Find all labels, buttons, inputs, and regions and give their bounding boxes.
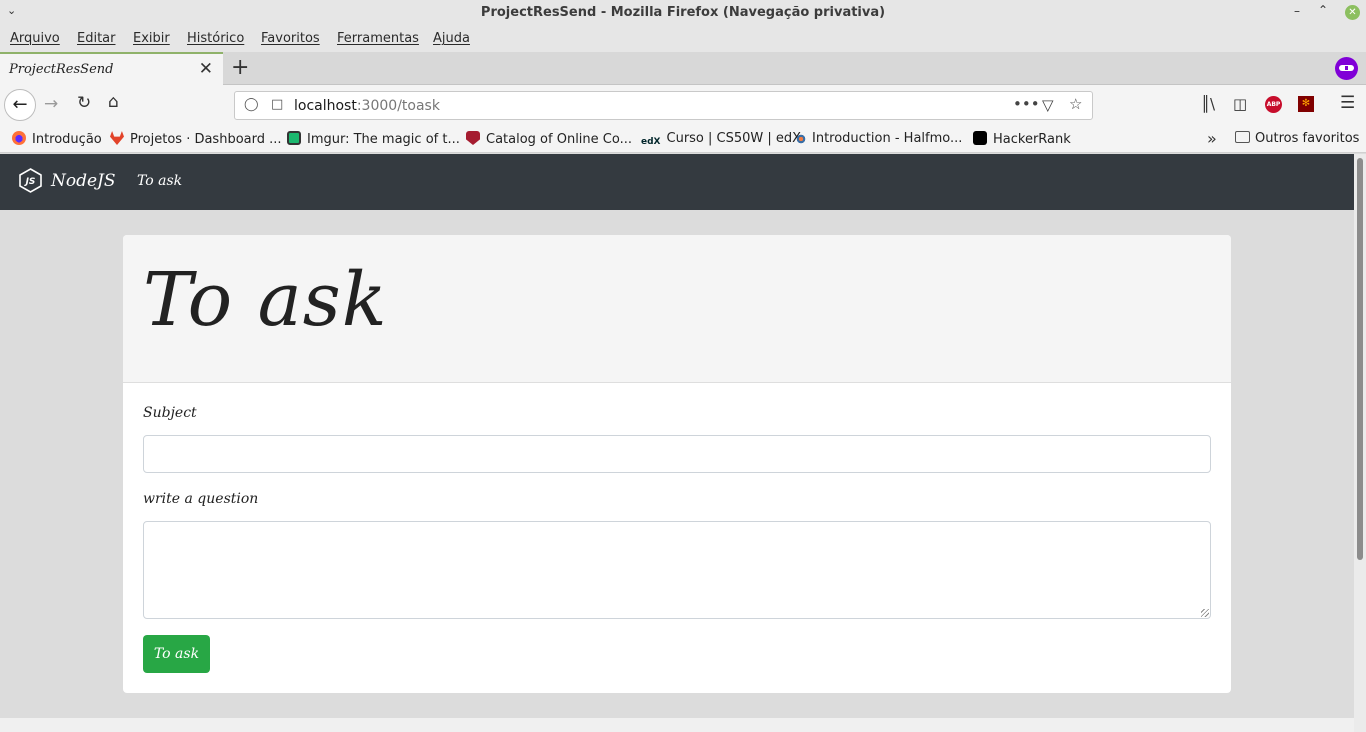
page-scrollbar[interactable] (1354, 154, 1366, 732)
tracking-shield-icon[interactable]: ◯ (244, 97, 259, 112)
to-ask-submit-button[interactable]: To ask (143, 635, 210, 673)
app-navbar: JS NodeJS To ask (0, 154, 1354, 210)
hamburger-menu-icon[interactable]: ☰ (1340, 93, 1355, 113)
nav-link-to-ask[interactable]: To ask (137, 173, 182, 189)
menu-exibir[interactable]: Exibir (133, 31, 170, 46)
bookmark-gitlab[interactable]: Projetos · Dashboard ... (110, 131, 282, 147)
question-textarea[interactable] (143, 521, 1211, 619)
window-title: ProjectResSend - Mozilla Firefox (Navega… (480, 5, 886, 20)
scrollbar-thumb[interactable] (1357, 158, 1363, 560)
gitlab-icon (110, 131, 124, 145)
menu-favoritos[interactable]: Favoritos (261, 31, 320, 46)
more-bookmarks-chevron-icon[interactable]: » (1207, 129, 1217, 148)
hackerrank-icon (973, 131, 987, 145)
halfmoon-icon (796, 134, 806, 144)
close-tab-icon[interactable]: ✕ (199, 59, 213, 79)
question-label: write a question (143, 491, 259, 507)
adblock-plus-icon[interactable]: ABP (1265, 96, 1282, 113)
bookmarks-bar: Introdução Projetos · Dashboard ... Imgu… (0, 125, 1366, 153)
subject-label: Subject (143, 405, 197, 421)
nodejs-logo-text: JS (24, 177, 36, 187)
url-text[interactable]: localhost:3000/toask (294, 98, 440, 114)
bookmark-hackerrank[interactable]: HackerRank (973, 131, 1071, 147)
bookmark-label: Introduction - Halfmo... (812, 131, 963, 146)
brand-name: NodeJS (51, 171, 116, 191)
menu-ferramentas[interactable]: Ferramentas (337, 31, 419, 46)
bookmark-halfmoon[interactable]: Introduction - Halfmo... (796, 131, 962, 146)
menu-bar: Arquivo Editar Exibir Histórico Favorito… (0, 27, 1366, 52)
library-icon[interactable]: ║\ (1201, 95, 1215, 113)
folder-icon (1235, 131, 1250, 143)
minimize-icon[interactable]: – (1294, 4, 1300, 18)
imgur-icon (287, 131, 301, 145)
navigation-toolbar: ← → ↻ ⌂ ◯ □ localhost:3000/toask ••• ▽ ☆… (0, 85, 1366, 125)
menu-arquivo[interactable]: Arquivo (10, 31, 60, 46)
bookmark-label: Outros favoritos (1255, 131, 1360, 146)
tab-projectressend[interactable]: ProjectResSend ✕ (0, 52, 223, 85)
private-browsing-mask-icon (1335, 57, 1358, 80)
bookmark-star-icon[interactable]: ☆ (1069, 95, 1082, 113)
harvard-shield-icon (466, 131, 480, 145)
subject-input[interactable] (143, 435, 1211, 473)
menu-ajuda[interactable]: Ajuda (433, 31, 470, 46)
firefox-icon (12, 131, 26, 145)
bookmark-harvard-catalog[interactable]: Catalog of Online Co... (466, 131, 632, 147)
other-bookmarks-folder[interactable]: Outros favoritos (1235, 131, 1359, 146)
textarea-resize-handle[interactable] (1201, 609, 1209, 617)
reload-icon[interactable]: ↻ (77, 93, 91, 113)
url-host: localhost (294, 98, 357, 114)
nodejs-hexagon-icon: JS (19, 168, 42, 193)
brand-link[interactable]: JS NodeJS (19, 168, 116, 193)
pocket-icon[interactable]: ▽ (1042, 96, 1054, 114)
menu-historico[interactable]: Histórico (187, 31, 244, 46)
sidebar-icon[interactable]: ◫ (1233, 95, 1247, 113)
url-path: :3000/toask (356, 98, 440, 114)
tab-label: ProjectResSend (9, 62, 114, 77)
tab-bar: ProjectResSend ✕ + (0, 52, 1366, 85)
page-footer-strip (0, 718, 1354, 732)
bookmark-label: Imgur: The magic of t... (307, 132, 460, 147)
window-titlebar: ⌄ ProjectResSend - Mozilla Firefox (Nave… (0, 0, 1366, 27)
bookmark-introducao[interactable]: Introdução (12, 131, 102, 147)
bookmark-label: Curso | CS50W | edX (666, 131, 802, 146)
close-window-icon[interactable]: ✕ (1345, 5, 1360, 20)
bookmark-imgur[interactable]: Imgur: The magic of t... (287, 131, 460, 147)
page-actions-dots-icon[interactable]: ••• (1013, 95, 1040, 113)
new-tab-plus-icon[interactable]: + (231, 55, 249, 80)
ask-card: To ask Subject write a question To ask (123, 235, 1231, 693)
bookmark-label: HackerRank (993, 132, 1071, 147)
restore-icon[interactable]: ⌃ (1318, 3, 1328, 17)
bookmark-cs50w-edx[interactable]: edX Curso | CS50W | edX (641, 131, 801, 151)
back-arrow-icon[interactable]: ← (4, 89, 36, 121)
page-info-icon[interactable]: □ (271, 97, 283, 112)
page-viewport: JS NodeJS To ask To ask Subject write a … (0, 154, 1354, 732)
page-title: To ask (143, 257, 388, 343)
bookmark-label: Projetos · Dashboard ... (130, 132, 282, 147)
ublock-icon[interactable]: ✻ (1298, 96, 1314, 112)
edx-icon: edX (641, 137, 661, 147)
card-header: To ask (123, 235, 1231, 383)
address-bar[interactable]: ◯ □ localhost:3000/toask ••• ▽ ☆ (234, 91, 1093, 120)
forward-arrow-icon[interactable]: → (44, 94, 58, 114)
bookmark-label: Introdução (32, 132, 102, 147)
bookmark-label: Catalog of Online Co... (486, 132, 632, 147)
home-icon[interactable]: ⌂ (108, 92, 119, 112)
menu-editar[interactable]: Editar (77, 31, 116, 46)
